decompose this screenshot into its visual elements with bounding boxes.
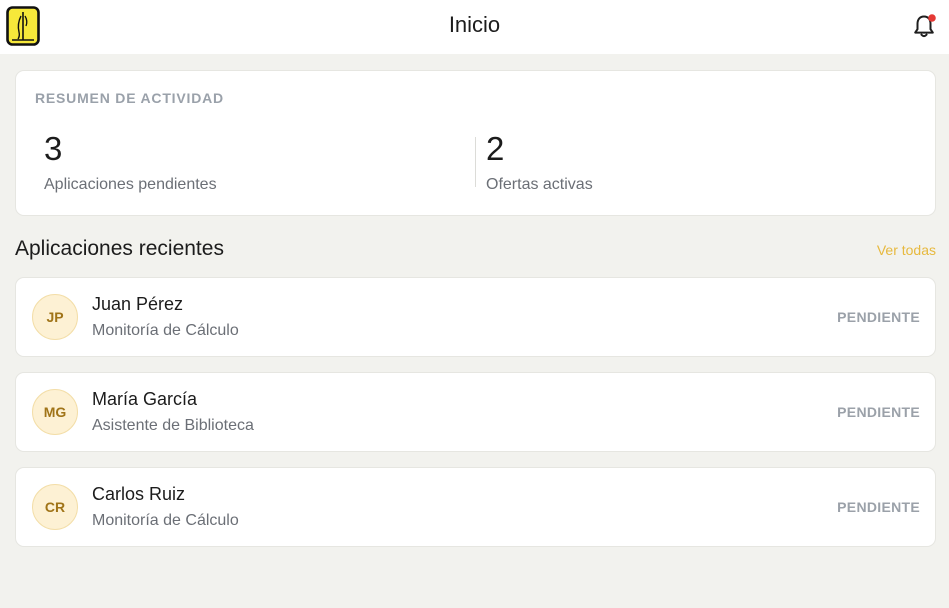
applicant-name: Carlos Ruiz bbox=[92, 484, 186, 504]
top-app-bar: Inicio bbox=[0, 0, 949, 54]
status-badge: PENDIENTE bbox=[837, 499, 920, 515]
recent-applications-heading: Aplicaciones recientes bbox=[15, 237, 224, 260]
stat-value: 2 bbox=[486, 130, 505, 167]
status-badge: PENDIENTE bbox=[837, 404, 920, 420]
application-item[interactable]: CR Carlos Ruiz Monitoría de Cálculo PEND… bbox=[15, 467, 936, 547]
notification-badge bbox=[928, 14, 936, 22]
applicant-name: María García bbox=[92, 389, 198, 409]
page-title: Inicio bbox=[448, 12, 501, 37]
stat-value: 3 bbox=[44, 130, 63, 167]
avatar: MG bbox=[32, 389, 78, 435]
application-role: Monitoría de Cálculo bbox=[92, 322, 239, 339]
bell-icon[interactable] bbox=[910, 12, 938, 40]
application-role: Asistente de Biblioteca bbox=[92, 417, 254, 434]
stat-divider bbox=[475, 137, 476, 187]
applicant-name: Juan Pérez bbox=[92, 294, 184, 314]
activity-summary-card: RESUMEN DE ACTIVIDAD 3 Aplicaciones pend… bbox=[15, 70, 936, 216]
stat-pending-applications: 3 Aplicaciones pendientes bbox=[44, 129, 217, 194]
avatar: JP bbox=[32, 294, 78, 340]
avatar: CR bbox=[32, 484, 78, 530]
application-role: Monitoría de Cálculo bbox=[92, 512, 239, 529]
stat-active-offers: 2 Ofertas activas bbox=[486, 129, 593, 194]
application-item[interactable]: MG María García Asistente de Biblioteca … bbox=[15, 372, 936, 452]
stat-label: Ofertas activas bbox=[486, 176, 593, 193]
summary-label: RESUMEN DE ACTIVIDAD bbox=[35, 90, 224, 106]
stat-label: Aplicaciones pendientes bbox=[44, 176, 217, 193]
status-badge: PENDIENTE bbox=[837, 309, 920, 325]
application-item[interactable]: JP Juan Pérez Monitoría de Cálculo PENDI… bbox=[15, 277, 936, 357]
see-all-link[interactable]: Ver todas bbox=[877, 242, 936, 258]
